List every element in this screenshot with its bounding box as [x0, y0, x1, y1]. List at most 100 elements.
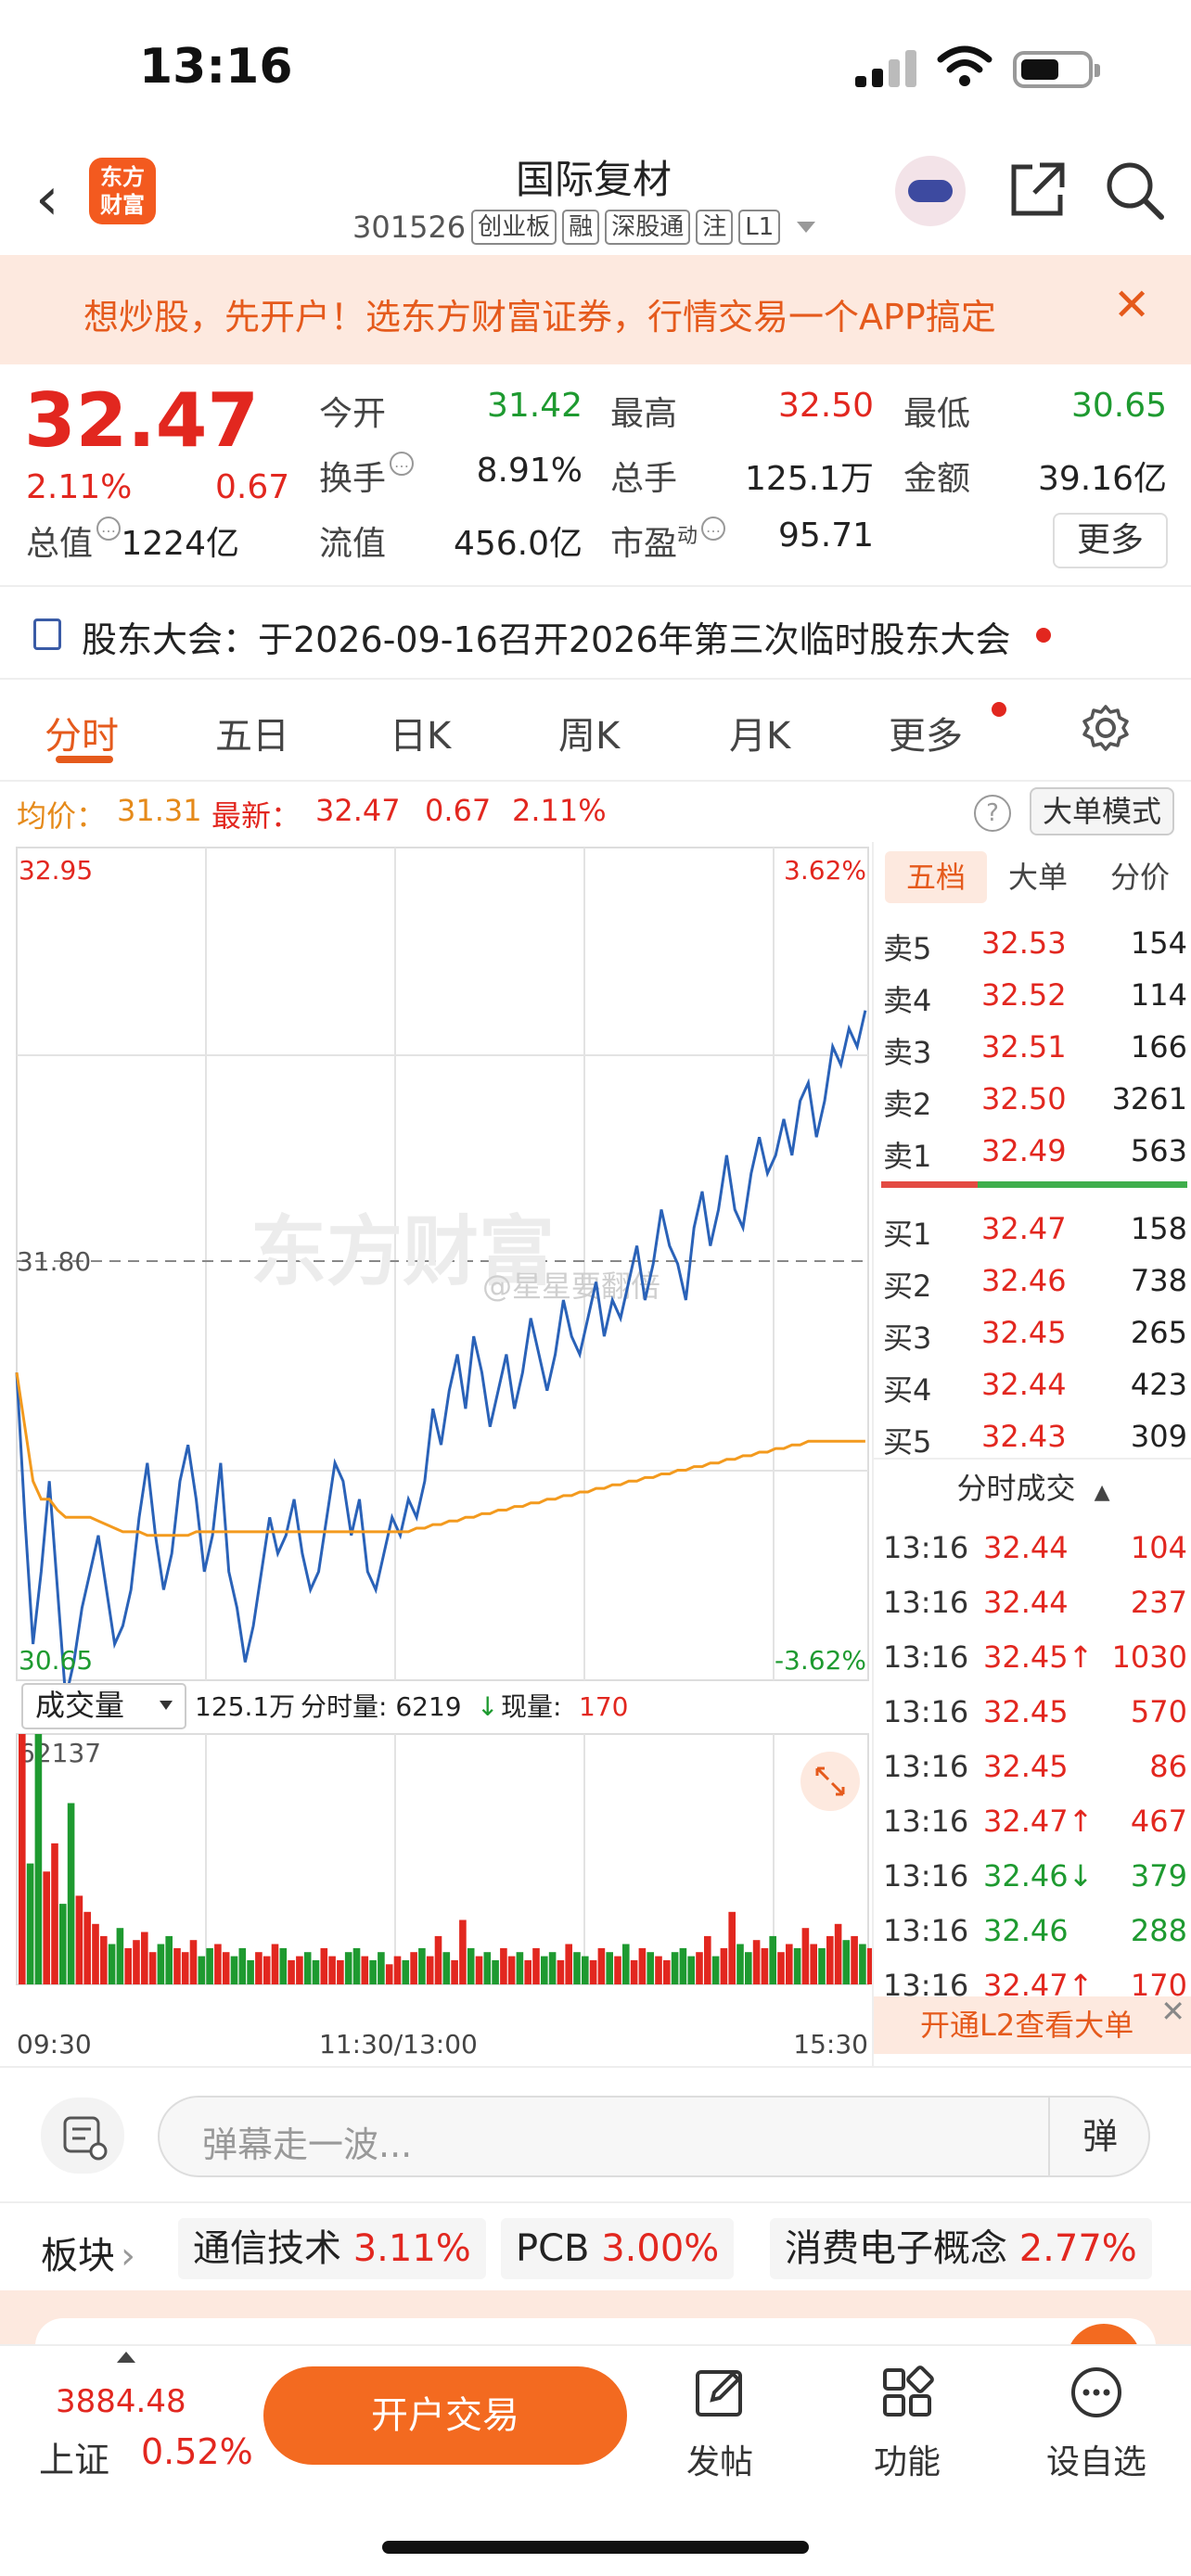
volume-bar: [393, 1956, 402, 1984]
tag-connect: 深股通: [605, 210, 691, 245]
volume-total: 125.1万: [195, 1691, 295, 1722]
ask-level-row[interactable]: 卖5 32.53 154: [874, 916, 1191, 968]
volume-bar: [786, 1944, 793, 1984]
volume-bar: [565, 1944, 572, 1984]
volume-bar: [189, 1940, 198, 1984]
sector-chip[interactable]: 消费电子概念 2.77%: [770, 2218, 1152, 2279]
assistant-robot-icon[interactable]: [895, 156, 966, 226]
more-quote-button[interactable]: 更多: [1053, 513, 1168, 568]
level-label: 买4: [883, 1372, 932, 1408]
search-icon[interactable]: [1104, 159, 1165, 221]
bid-level-row[interactable]: 买3 32.45 265: [874, 1306, 1191, 1358]
share-icon[interactable]: [1006, 159, 1068, 221]
ask-level-row[interactable]: 卖2 32.50 3261: [874, 1072, 1191, 1124]
ask-level-row[interactable]: 卖4 32.52 114: [874, 968, 1191, 1020]
trade-time: 13:16: [883, 1585, 969, 1620]
volume-bar: [230, 1956, 238, 1984]
tab-five-day[interactable]: 五日: [215, 706, 289, 759]
trade-time: 13:16: [883, 1694, 969, 1729]
volume-bar: [597, 1947, 606, 1984]
index-change-pct[interactable]: 0.52%: [141, 2431, 253, 2472]
danmu-settings-icon[interactable]: [41, 2098, 124, 2174]
collapsed-panel-peek[interactable]: [0, 2290, 1191, 2361]
info-icon[interactable]: …: [390, 452, 415, 476]
trade-volume: 379: [1130, 1858, 1187, 1894]
level-price: 32.44: [981, 1367, 1067, 1402]
settings-gear-icon[interactable]: [1082, 704, 1130, 752]
close-icon[interactable]: ✕: [1160, 1994, 1185, 2029]
x-label-open: 09:30: [17, 2029, 92, 2060]
tab-price-distribution[interactable]: 分价: [1089, 851, 1191, 903]
index-name[interactable]: 上证: [39, 2431, 109, 2482]
volume-bar: [500, 1947, 507, 1984]
level-price: 32.51: [981, 1029, 1067, 1065]
open-account-trade-button[interactable]: 开户交易: [263, 2366, 627, 2465]
post-button[interactable]: 发帖: [655, 2365, 785, 2483]
open-l2-banner[interactable]: 开通L2查看大单: [874, 1996, 1191, 2054]
tab-five-levels[interactable]: 五档: [885, 851, 987, 903]
trade-price: 32.44: [983, 1530, 1069, 1565]
sector-chip[interactable]: PCB 3.00%: [501, 2218, 735, 2279]
price-axis-min: 30.65: [19, 1645, 93, 1676]
back-chevron-icon[interactable]: ‹: [35, 165, 82, 234]
intraday-chart-svg[interactable]: 东方财富 @星星要翻倍 32.95 31.80 30.65 3.62% -3.6…: [0, 842, 875, 2066]
sector-label[interactable]: 板块 ›: [41, 2225, 135, 2279]
tab-more[interactable]: 更多: [889, 706, 963, 759]
level-volume: 265: [1130, 1315, 1187, 1350]
trades-title[interactable]: 分时成交 ▲: [874, 1461, 1191, 1520]
danmu-input[interactable]: 弹幕走一波...: [158, 2096, 1150, 2177]
tab-more-dot: [992, 702, 1006, 717]
volume-bar: [426, 1956, 434, 1984]
tab-weekly-k[interactable]: 周K: [558, 706, 620, 759]
quote-field-label: 今开: [319, 395, 387, 433]
level-label: 买1: [883, 1217, 932, 1252]
volume-bar: [492, 1959, 499, 1984]
trade-row: 13:16 32.44 237: [874, 1575, 1191, 1629]
cellular-signal-icon: [855, 50, 916, 87]
bid-level-row[interactable]: 买2 32.46 738: [874, 1254, 1191, 1306]
tab-monthly-k[interactable]: 月K: [729, 706, 790, 759]
ask-level-row[interactable]: 卖3 32.51 166: [874, 1020, 1191, 1072]
promo-text[interactable]: 想炒股，先开户！选东方财富证券，行情交易一个APP搞定: [83, 288, 1085, 339]
tab-big-orders[interactable]: 大单: [987, 851, 1089, 903]
promo-banner[interactable]: 想炒股，先开户！选东方财富证券，行情交易一个APP搞定 ✕: [0, 255, 1191, 364]
volume-bar: [557, 1959, 565, 1984]
help-icon[interactable]: ?: [974, 795, 1011, 832]
volume-bar: [638, 1947, 647, 1984]
volume-bar: [312, 1959, 320, 1984]
volume-bar: [288, 1959, 295, 1984]
change-percent: 2.11%: [26, 468, 133, 506]
level-price: 32.52: [981, 977, 1067, 1013]
status-bar: 13:16: [0, 0, 1191, 139]
info-icon[interactable]: …: [701, 516, 726, 541]
level-label: 卖2: [883, 1087, 932, 1122]
tab-intraday[interactable]: 分时: [45, 706, 119, 759]
volume-bar: [434, 1935, 442, 1984]
functions-button[interactable]: 功能: [842, 2365, 972, 2483]
volume-bar: [385, 1964, 393, 1984]
bid-level-row[interactable]: 买5 32.43 309: [874, 1409, 1191, 1461]
trade-row: 13:16 32.45↑ 1030: [874, 1630, 1191, 1684]
volume-bar: [687, 1956, 695, 1984]
big-order-mode-button[interactable]: 大单模式: [1030, 787, 1174, 835]
announcement-bar[interactable]: 股东大会：于2026-09-16召开2026年第三次临时股东大会: [0, 587, 1191, 680]
sector-chip[interactable]: 通信技术 3.11%: [178, 2218, 486, 2279]
index-value[interactable]: 3884.48: [56, 2383, 186, 2420]
announcement-text[interactable]: 股东大会：于2026-09-16召开2026年第三次临时股东大会: [82, 611, 1011, 662]
danmu-toggle-button[interactable]: 弹: [1048, 2098, 1150, 2175]
brand-logo[interactable]: 东方 财富: [89, 158, 156, 224]
quote-panel: 32.47 2.11% 0.67 今开 31.42 最高 32.50 最低 30.65 换手…: [0, 364, 1191, 587]
tab-daily-k[interactable]: 日K: [390, 706, 451, 759]
volume-bar: [83, 1911, 91, 1984]
level-price: 32.53: [981, 925, 1067, 961]
ask-level-row[interactable]: 卖1 32.49 563: [874, 1124, 1191, 1176]
volume-bar: [834, 1923, 842, 1984]
bid-level-row[interactable]: 买4 32.44 423: [874, 1358, 1191, 1409]
intraday-chart[interactable]: 东方财富 @星星要翻倍 32.95 31.80 30.65 3.62% -3.6…: [0, 842, 875, 2066]
add-watchlist-button[interactable]: 设自选: [1031, 2365, 1161, 2483]
bid-level-row[interactable]: 买1 32.47 158: [874, 1202, 1191, 1254]
expand-chart-button[interactable]: [800, 1752, 860, 1811]
stock-code-row[interactable]: 301526 创业板 融 深股通 注 L1: [352, 206, 816, 249]
close-icon[interactable]: ✕: [1113, 279, 1150, 331]
period-volume-down-arrow: ↓: [477, 1691, 498, 1722]
